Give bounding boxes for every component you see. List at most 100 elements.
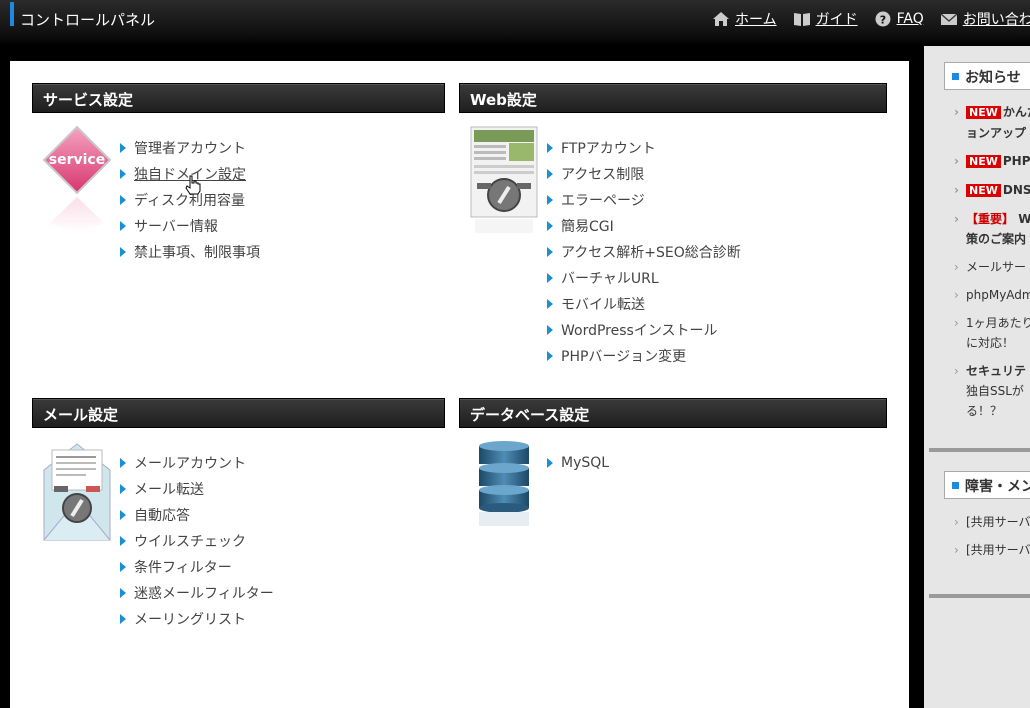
nav-guide-link[interactable]: ガイド	[793, 9, 858, 29]
list-item-error-page[interactable]: エラーページ	[547, 187, 741, 213]
nav-contact-label: お問い合わせ	[962, 12, 1030, 28]
list-item-wordpress-install[interactable]: WordPressインストール	[547, 317, 741, 343]
web-settings-section: Web設定 FTPアカウント アクセス制限 エラーページ 簡易CGI アクセス解…	[459, 83, 887, 383]
web-settings-list: FTPアカウント アクセス制限 エラーページ 簡易CGI アクセス解析+SEO総…	[547, 135, 741, 369]
list-item-php-version[interactable]: PHPバージョン変更	[547, 343, 741, 369]
service-settings-heading: サービス設定	[32, 83, 445, 113]
hand-pointer-cursor-icon	[185, 175, 201, 199]
sidebar-divider	[929, 448, 1030, 452]
list-item-restrictions[interactable]: 禁止事項、制限事項	[120, 239, 260, 265]
web-thumbnail	[469, 125, 539, 235]
database-settings-section: データベース設定 MySQL	[459, 398, 887, 598]
list-item-spam-filter[interactable]: 迷惑メールフィルター	[120, 580, 274, 606]
chevron-right-icon	[120, 536, 126, 546]
list-item-mail-forward[interactable]: メール転送	[120, 476, 274, 502]
list-item-mailing-list[interactable]: メーリングリスト	[120, 606, 274, 632]
news-list: NEWかんたョンアップ NEWPHP NEWDNS 【重要】 W策のご案内 メー…	[954, 102, 1030, 429]
list-item-virus-check[interactable]: ウイルスチェック	[120, 528, 274, 554]
list-item-label: メールアカウント	[134, 456, 246, 472]
chevron-right-icon	[547, 458, 553, 468]
outage-item[interactable]: [共用サーバ	[954, 512, 1030, 532]
news-item[interactable]: 1ヶ月あたりに対応！	[954, 313, 1030, 353]
list-item-server-info[interactable]: サーバー情報	[120, 213, 260, 239]
chevron-right-icon	[120, 484, 126, 494]
list-item-label: WordPressインストール	[561, 323, 718, 339]
list-item-label: 禁止事項、制限事項	[134, 245, 260, 261]
news-item[interactable]: 【重要】 W 策のご案内	[954, 209, 1030, 249]
top-header: コントロールパネル ホーム ガイド ? FAQ お問い合わせ	[0, 0, 1030, 46]
news-item-text: セキュリテ	[966, 364, 1027, 378]
mail-settings-list: メールアカウント メール転送 自動応答 ウイルスチェック 条件フィルター 迷惑メ…	[120, 450, 274, 632]
chevron-right-icon	[547, 247, 553, 257]
square-bullet-icon	[952, 73, 959, 80]
database-settings-heading: データベース設定	[459, 398, 887, 428]
chevron-right-icon	[120, 195, 126, 205]
list-item-admin-account[interactable]: 管理者アカウント	[120, 135, 260, 161]
main-content: サービス設定 service 管理者アカウント 独自ドメイン設定 ディスク利用容…	[10, 61, 909, 708]
news-item-text: DNS	[1002, 183, 1030, 197]
mail-settings-section: メール設定 メールアカウント メール転送 自動応答 ウイルスチェック 条件フィル…	[32, 398, 445, 658]
list-item-label: 迷惑メールフィルター	[134, 586, 274, 602]
list-item-condition-filter[interactable]: 条件フィルター	[120, 554, 274, 580]
news-item[interactable]: phpMyAdm	[954, 285, 1030, 305]
news-item-text: phpMyAdm	[966, 288, 1030, 302]
news-item[interactable]: セキュリテ独自SSLがる！？	[954, 361, 1030, 421]
chevron-right-icon	[547, 325, 553, 335]
chevron-right-icon	[120, 588, 126, 598]
list-item-simple-cgi[interactable]: 簡易CGI	[547, 213, 741, 239]
list-item-label: エラーページ	[561, 193, 645, 209]
list-item-mobile-redirect[interactable]: モバイル転送	[547, 291, 741, 317]
new-badge: NEW	[966, 106, 1001, 119]
news-item-text: ョンアップ	[966, 126, 1027, 140]
nav-home-link[interactable]: ホーム	[712, 9, 777, 29]
news-item-text: PHP	[1002, 154, 1030, 168]
news-item-text: る！？	[966, 404, 1003, 418]
outage-list: [共用サーバ [共用サーバ	[954, 512, 1030, 568]
list-item-mail-account[interactable]: メールアカウント	[120, 450, 274, 476]
nav-contact-link[interactable]: お問い合わせ	[940, 9, 1030, 29]
list-item-virtual-url[interactable]: バーチャルURL	[547, 265, 741, 291]
service-thumbnail: service	[42, 125, 112, 235]
service-thumb-label: service	[49, 152, 105, 168]
nav-guide-label: ガイド	[815, 12, 858, 28]
list-item-label: メール転送	[134, 482, 204, 498]
list-item-label: 自動応答	[134, 508, 190, 524]
chevron-right-icon	[120, 169, 126, 179]
list-item-label: FTPアカウント	[561, 141, 656, 157]
list-item-label: 簡易CGI	[561, 219, 614, 235]
list-item-mysql[interactable]: MySQL	[547, 450, 609, 476]
chevron-right-icon	[547, 273, 553, 283]
chevron-right-icon	[120, 614, 126, 624]
news-item[interactable]: NEWPHP	[954, 151, 1030, 172]
list-item-ftp-account[interactable]: FTPアカウント	[547, 135, 741, 161]
list-item-label: メーリングリスト	[134, 612, 246, 628]
outage-item[interactable]: [共用サーバ	[954, 540, 1030, 560]
news-item[interactable]: NEWかんたョンアップ	[954, 102, 1030, 143]
service-settings-list: 管理者アカウント 独自ドメイン設定 ディスク利用容量 サーバー情報 禁止事項、制…	[120, 135, 260, 265]
news-item-text: メールサー	[966, 260, 1027, 274]
news-heading-label: お知らせ	[965, 70, 1021, 86]
mail-settings-heading: メール設定	[32, 398, 445, 428]
svg-text:?: ?	[879, 14, 885, 27]
list-item-access-analysis[interactable]: アクセス解析+SEO総合診断	[547, 239, 741, 265]
service-settings-section: サービス設定 service 管理者アカウント 独自ドメイン設定 ディスク利用容…	[32, 83, 445, 283]
list-item-label: サーバー情報	[134, 219, 218, 235]
nav-faq-link[interactable]: ? FAQ	[874, 9, 924, 29]
right-sidebar: お知らせ NEWかんたョンアップ NEWPHP NEWDNS 【重要】 W策のご…	[924, 46, 1030, 708]
list-item-access-control[interactable]: アクセス制限	[547, 161, 741, 187]
news-item[interactable]: メールサー	[954, 257, 1030, 277]
chevron-right-icon	[547, 351, 553, 361]
news-item-text: に対応！	[966, 336, 1015, 350]
list-item-label: アクセス解析+SEO総合診断	[561, 245, 741, 261]
list-item-label: PHPバージョン変更	[561, 349, 687, 365]
list-item-auto-reply[interactable]: 自動応答	[120, 502, 274, 528]
list-item-label: 管理者アカウント	[134, 141, 246, 157]
nav-faq-label: FAQ	[896, 11, 924, 27]
mail-thumbnail	[42, 440, 112, 550]
chevron-right-icon	[120, 143, 126, 153]
news-item[interactable]: NEWDNS	[954, 180, 1030, 201]
outage-heading: 障害・メン	[944, 471, 1030, 499]
mail-icon	[940, 11, 958, 27]
home-icon	[712, 11, 730, 27]
news-item-text: かんた	[1002, 105, 1030, 119]
